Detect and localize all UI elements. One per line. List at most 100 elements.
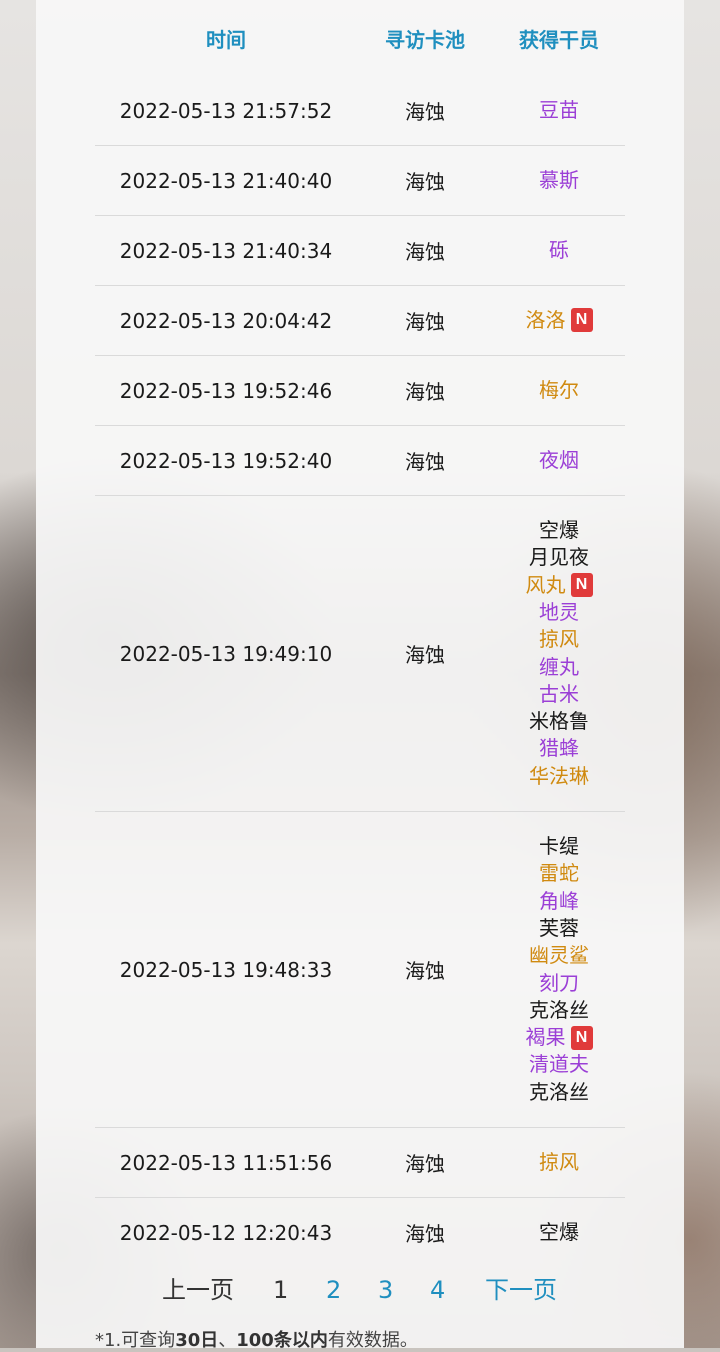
row-operators: 砾 (493, 216, 625, 285)
operator-entry: 褐果 N (526, 1024, 593, 1051)
operator-entry: 角峰 (539, 888, 579, 915)
operator-entry: 刻刀 (539, 970, 579, 997)
row-pool: 海蚀 (405, 643, 445, 667)
row-operators: 空爆 月见夜 风丸 N 地灵掠风 缠丸 古米米格鲁 猎蜂 华法琳 (493, 496, 625, 811)
operator-entry: 掠风 (539, 626, 579, 653)
row-time: 2022-05-13 19:49:10 (119, 641, 333, 666)
operator-name: 风丸 (525, 572, 566, 597)
operator-name: 掠风 (539, 1149, 579, 1174)
operator-name: 缠丸 (539, 654, 579, 679)
row-pool: 海蚀 (405, 1222, 445, 1246)
gacha-history-table: 时间 寻访卡池 获得干员 2022-05-13 21:57:52 海蚀 豆苗 2022… (95, 0, 625, 1267)
operator-entry: 洛洛 N (526, 307, 593, 334)
pagination: 上一页 1 2 3 4 下一页 (0, 1270, 720, 1314)
operator-entry: 华法琳 (529, 763, 589, 790)
row-pool: 海蚀 (405, 100, 445, 124)
page-2[interactable]: 2 (326, 1274, 341, 1306)
row-operators: 夜烟 (493, 426, 625, 495)
row-time: 2022-05-13 21:40:34 (119, 238, 333, 263)
table-row: 2022-05-13 21:40:40 海蚀 慕斯 (95, 146, 625, 216)
new-badge: N (570, 573, 593, 598)
operator-name: 褐果 (525, 1025, 566, 1050)
operator-entry: 米格鲁 (529, 708, 589, 735)
table-row: 2022-05-13 21:57:52 海蚀 豆苗 (95, 76, 625, 146)
row-pool: 海蚀 (405, 450, 445, 474)
operator-entry: 古米 (539, 681, 579, 708)
row-pool: 海蚀 (405, 310, 445, 334)
next-page-button[interactable]: 下一页 (485, 1274, 557, 1306)
operator-entry: 慕斯 (539, 167, 579, 194)
header-time: 时间 (206, 28, 246, 52)
row-pool: 海蚀 (405, 1152, 445, 1176)
row-operators: 梅尔 (493, 356, 625, 425)
row-time: 2022-05-13 19:52:46 (119, 378, 333, 403)
operator-name: 米格鲁 (529, 709, 589, 734)
row-operators: 卡缇 雷蛇 角峰 芙蓉 幽灵鲨 刻刀 克洛丝 褐果 N 清道夫 克洛丝 (493, 812, 625, 1127)
operator-entry: 缠丸 (539, 654, 579, 681)
table-body: 2022-05-13 21:57:52 海蚀 豆苗 2022-05-13 21:40:… (95, 76, 625, 1267)
operator-name: 豆苗 (539, 97, 579, 122)
operator-name: 华法琳 (529, 763, 589, 788)
operator-name: 角峰 (539, 888, 579, 913)
row-operators: 掠风 (493, 1128, 625, 1197)
row-operators: 慕斯 (493, 146, 625, 215)
header-operators: 获得干员 (519, 28, 599, 52)
operator-entry: 幽灵鲨 (529, 942, 589, 969)
operator-name: 梅尔 (539, 377, 579, 402)
row-pool: 海蚀 (405, 170, 445, 194)
table-row: 2022-05-13 21:40:34 海蚀 砾 (95, 216, 625, 286)
operator-name: 月见夜 (529, 545, 589, 570)
operator-entry: 卡缇 (539, 833, 579, 860)
row-operators: 洛洛 N (493, 286, 625, 355)
table-row: 2022-05-13 19:52:46 海蚀 梅尔 (95, 356, 625, 426)
operator-name: 地灵 (539, 599, 579, 624)
operator-entry: 豆苗 (539, 97, 579, 124)
table-row: 2022-05-12 12:20:43 海蚀 空爆 (95, 1198, 625, 1267)
operator-name: 砾 (549, 237, 569, 262)
operator-name: 克洛丝 (529, 1079, 589, 1104)
operator-name: 卡缇 (539, 834, 579, 859)
operator-entry: 空爆 (539, 1219, 579, 1246)
operator-entry: 梅尔 (539, 377, 579, 404)
operator-entry: 掠风 (539, 1149, 579, 1176)
prev-page-button[interactable]: 上一页 (162, 1274, 234, 1306)
page-3[interactable]: 3 (378, 1274, 393, 1306)
operator-name: 夜烟 (539, 447, 579, 472)
row-time: 2022-05-12 12:20:43 (119, 1220, 333, 1245)
operator-name: 幽灵鲨 (529, 943, 589, 968)
operator-entry: 月见夜 (529, 544, 589, 571)
operator-entry: 夜烟 (539, 447, 579, 474)
operator-entry: 清道夫 (529, 1051, 589, 1078)
table-row: 2022-05-13 20:04:42 海蚀 洛洛 N (95, 286, 625, 356)
operator-name: 古米 (539, 681, 579, 706)
row-time: 2022-05-13 19:52:40 (119, 448, 333, 473)
operator-entry: 克洛丝 (529, 1079, 589, 1106)
table-header: 时间 寻访卡池 获得干员 (95, 0, 625, 76)
operator-name: 猎蜂 (539, 736, 579, 761)
operator-name: 掠风 (539, 627, 579, 652)
query-limit-note: *1.可查询30日、100条以内有效数据。 (95, 1326, 418, 1352)
new-badge: N (570, 308, 593, 333)
row-pool: 海蚀 (405, 959, 445, 983)
operator-entry: 砾 (549, 237, 569, 264)
new-badge: N (570, 1025, 593, 1050)
operator-name: 空爆 (539, 1219, 579, 1244)
operator-name: 洛洛 (525, 307, 566, 332)
operator-name: 空爆 (539, 518, 579, 543)
header-pool: 寻访卡池 (385, 28, 465, 52)
row-operators: 空爆 (493, 1198, 625, 1267)
operator-entry: 地灵 (539, 599, 579, 626)
operator-name: 芙蓉 (539, 915, 579, 940)
operator-entry: 克洛丝 (529, 997, 589, 1024)
row-operators: 豆苗 (493, 76, 625, 145)
operator-entry: 芙蓉 (539, 915, 579, 942)
table-row: 2022-05-13 19:52:40 海蚀 夜烟 (95, 426, 625, 496)
operator-name: 克洛丝 (529, 997, 589, 1022)
row-time: 2022-05-13 21:57:52 (119, 98, 333, 123)
table-row: 2022-05-13 19:48:33 海蚀 卡缇 雷蛇 角峰 芙蓉 幽灵鲨 刻刀 克洛丝 褐果 N… (95, 812, 625, 1128)
operator-name: 慕斯 (539, 167, 579, 192)
operator-entry: 雷蛇 (539, 860, 579, 887)
page-4[interactable]: 4 (430, 1274, 445, 1306)
page-1[interactable]: 1 (273, 1274, 288, 1306)
row-time: 2022-05-13 19:48:33 (119, 957, 333, 982)
